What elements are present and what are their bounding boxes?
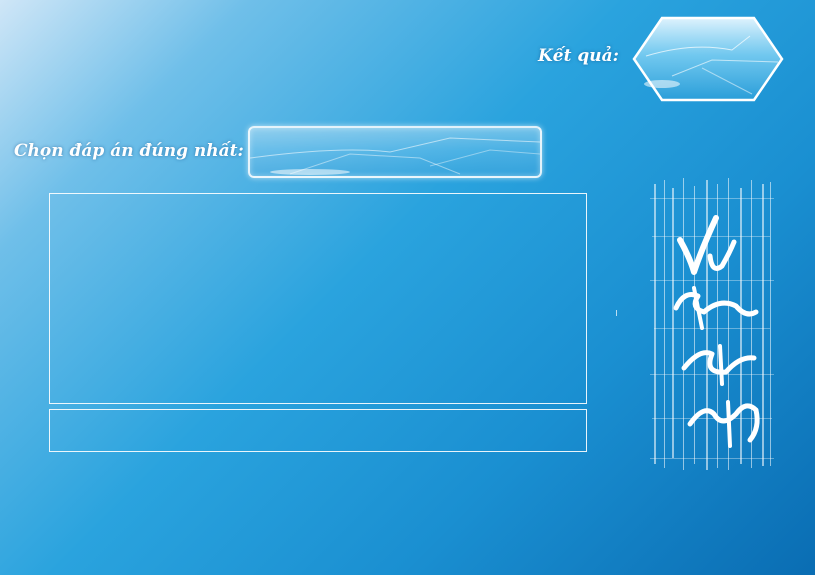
divider-mark: [616, 310, 617, 316]
result-label: Kết quả:: [538, 46, 619, 66]
option-panel[interactable]: [49, 409, 587, 452]
answer-box-gloss: [250, 137, 540, 175]
answer-input[interactable]: [248, 126, 542, 178]
answer-prompt-label: Chọn đáp án đúng nhất:: [14, 141, 244, 161]
calligraphy-image: [650, 178, 774, 470]
calligraphy-logo: [650, 178, 774, 472]
result-display[interactable]: [632, 16, 784, 102]
question-panel: [49, 193, 587, 404]
result-hexagon-shape: [632, 16, 784, 102]
